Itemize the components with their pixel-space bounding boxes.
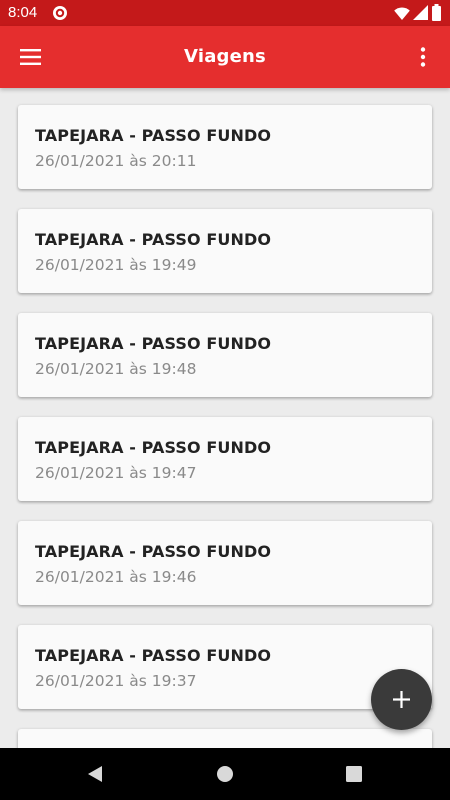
trip-route: TAPEJARA - PASSO FUNDO — [35, 230, 272, 249]
trip-date: 26/01/2021 às 20:11 — [35, 152, 197, 170]
battery-icon — [432, 4, 441, 21]
trip-card[interactable] — [18, 729, 432, 748]
trip-route: TAPEJARA - PASSO FUNDO — [35, 334, 272, 353]
trip-route: TAPEJARA - PASSO FUNDO — [35, 542, 272, 561]
trip-route: TAPEJARA - PASSO FUNDO — [35, 438, 272, 457]
back-icon[interactable] — [86, 765, 104, 783]
navigation-bar — [0, 748, 450, 800]
more-vertical-icon — [420, 47, 426, 67]
page-title: Viagens — [184, 46, 266, 67]
trip-route: TAPEJARA - PASSO FUNDO — [35, 126, 272, 145]
wifi-icon — [394, 6, 410, 20]
app-bar: Viagens — [0, 26, 450, 88]
trip-route: TAPEJARA - PASSO FUNDO — [35, 646, 272, 665]
home-icon[interactable] — [216, 765, 234, 783]
recents-icon[interactable] — [346, 766, 362, 782]
trip-card[interactable]: TAPEJARA - PASSO FUNDO 26/01/2021 às 19:… — [18, 313, 432, 397]
trip-date: 26/01/2021 às 19:49 — [35, 256, 197, 274]
trip-card[interactable]: TAPEJARA - PASSO FUNDO 26/01/2021 às 19:… — [18, 209, 432, 293]
trip-list: TAPEJARA - PASSO FUNDO 26/01/2021 às 20:… — [0, 88, 450, 748]
add-trip-button[interactable] — [371, 669, 432, 730]
trip-date: 26/01/2021 às 19:37 — [35, 672, 197, 690]
trip-card[interactable]: TAPEJARA - PASSO FUNDO 26/01/2021 às 19:… — [18, 521, 432, 605]
trip-card[interactable]: TAPEJARA - PASSO FUNDO 26/01/2021 às 19:… — [18, 625, 432, 709]
trip-date: 26/01/2021 às 19:48 — [35, 360, 197, 378]
cell-signal-icon — [413, 5, 428, 20]
status-time: 8:04 — [8, 4, 38, 21]
trip-date: 26/01/2021 às 19:47 — [35, 464, 197, 482]
trip-card[interactable]: TAPEJARA - PASSO FUNDO 26/01/2021 às 20:… — [18, 105, 432, 189]
overflow-menu-button[interactable] — [408, 38, 440, 76]
plus-icon — [393, 691, 410, 708]
status-bar: 8:04 — [0, 0, 450, 26]
app-notification-icon — [52, 5, 68, 21]
trip-date: 26/01/2021 às 19:46 — [35, 568, 197, 586]
trip-card[interactable]: TAPEJARA - PASSO FUNDO 26/01/2021 às 19:… — [18, 417, 432, 501]
